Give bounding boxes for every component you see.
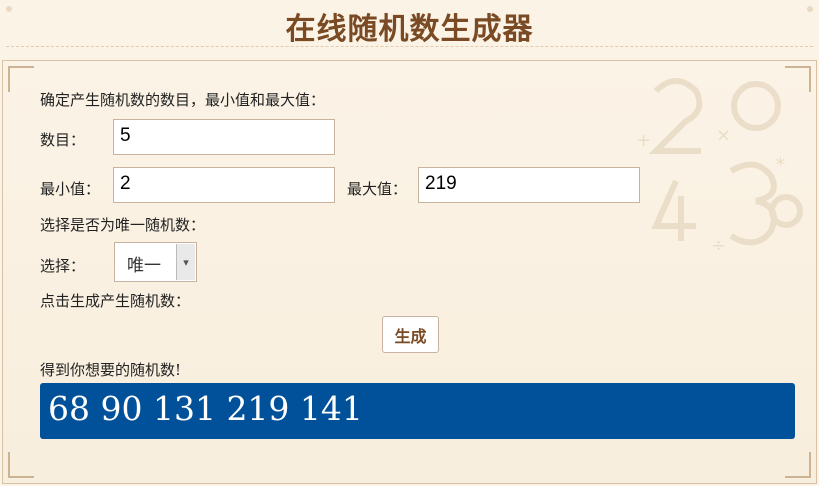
min-input[interactable]: 2 (113, 167, 335, 203)
min-label: 最小值： (40, 180, 101, 198)
generator-panel: + × * ÷ 确定产生随机数的数目，最小值和最大值： 数目： 5 最小值： 2… (2, 60, 817, 484)
header: 在线随机数生成器 (0, 0, 819, 50)
result-label: 得到你想要的随机数! (40, 361, 182, 379)
corner-dot (6, 6, 12, 12)
divider (6, 46, 813, 47)
corner-dot (807, 6, 813, 12)
select-value: 唯一 (127, 256, 161, 276)
unique-select[interactable]: 唯一 ▾ (114, 242, 197, 282)
svg-text:×: × (716, 125, 731, 146)
select-label: 选择： (40, 257, 86, 275)
count-label: 数目： (40, 131, 86, 149)
svg-text:*: * (776, 155, 785, 176)
page-title: 在线随机数生成器 (285, 12, 534, 47)
decorative-numbers-image: + × * ÷ (636, 78, 803, 256)
generate-instruction: 点击生成产生随机数： (40, 292, 191, 310)
corner-ornament (785, 452, 811, 478)
corner-ornament (8, 452, 34, 478)
svg-text:÷: ÷ (711, 235, 726, 256)
result-box: 68 90 131 219 141 (40, 383, 795, 439)
chevron-down-icon[interactable]: ▾ (176, 244, 195, 280)
svg-text:+: + (636, 130, 651, 151)
generate-button[interactable]: 生成 (382, 316, 439, 353)
count-input[interactable]: 5 (113, 119, 335, 155)
instruction-text: 确定产生随机数的数目，最小值和最大值： (40, 91, 326, 109)
max-label: 最大值： (347, 180, 408, 198)
unique-instruction: 选择是否为唯一随机数： (40, 216, 206, 234)
corner-ornament (8, 66, 34, 92)
max-input[interactable]: 219 (418, 167, 640, 203)
